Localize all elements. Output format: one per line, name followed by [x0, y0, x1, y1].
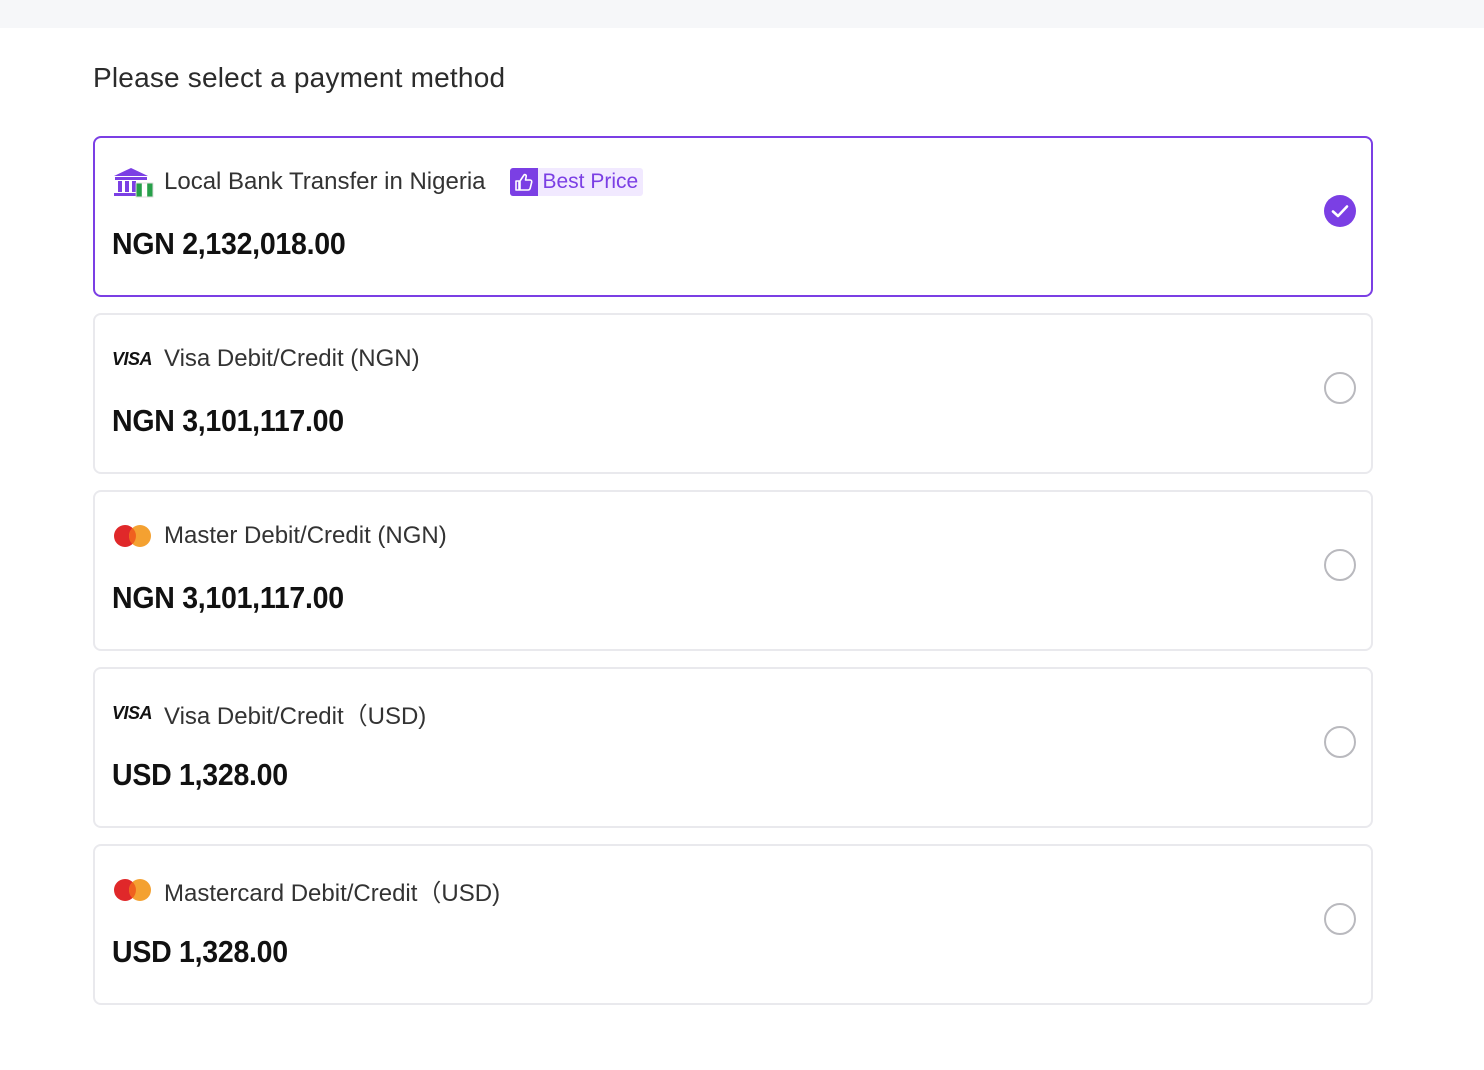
bank-nigeria-icon: [112, 166, 154, 198]
payment-option-header: VISA Visa Debit/Credit (NGN): [112, 343, 420, 375]
visa-logo-text: VISA: [112, 349, 152, 369]
payment-option-name: Master Debit/Credit (NGN): [164, 522, 447, 549]
payment-method-list: Local Bank Transfer in Nigeria Best Pric…: [93, 136, 1373, 1021]
payment-option-name: Local Bank Transfer in Nigeria: [164, 168, 486, 195]
payment-option-price: USD 1,328.00: [112, 934, 288, 969]
payment-option-name: Visa Debit/Credit (NGN): [164, 345, 420, 372]
radio-button[interactable]: [1324, 903, 1356, 935]
visa-icon: VISA: [112, 697, 154, 729]
payment-option-header: Mastercard Debit/Credit（USD): [112, 874, 501, 907]
page-title: Please select a payment method: [93, 62, 506, 93]
selected-check-icon[interactable]: [1324, 195, 1356, 227]
payment-option-header: Local Bank Transfer in Nigeria Best Pric…: [112, 166, 644, 198]
payment-option-price: USD 1,328.00: [112, 757, 288, 792]
visa-icon: VISA: [112, 343, 154, 375]
thumbs-up-icon: [509, 168, 538, 196]
mastercard-icon: [112, 520, 154, 552]
payment-option-mastercard-usd[interactable]: Mastercard Debit/Credit（USD) USD 1,328.0…: [93, 844, 1373, 1005]
top-strip: [0, 0, 1484, 28]
best-price-label: Best Price: [542, 170, 639, 193]
radio-button[interactable]: [1324, 549, 1356, 581]
payment-option-name: Mastercard Debit/Credit（USD): [164, 879, 501, 907]
payment-option-master-ngn[interactable]: Master Debit/Credit (NGN) NGN 3,101,117.…: [93, 490, 1373, 651]
payment-option-price: NGN 2,132,018.00: [112, 226, 346, 261]
payment-option-name: Visa Debit/Credit（USD): [164, 702, 427, 730]
mastercard-icon: [112, 874, 154, 906]
payment-option-local-bank-transfer[interactable]: Local Bank Transfer in Nigeria Best Pric…: [93, 136, 1373, 297]
best-price-badge: Best Price: [509, 168, 644, 196]
payment-option-price: NGN 3,101,117.00: [112, 580, 344, 615]
radio-button[interactable]: [1324, 372, 1356, 404]
payment-option-visa-usd[interactable]: VISA Visa Debit/Credit（USD) USD 1,328.00: [93, 667, 1373, 828]
visa-logo-text: VISA: [112, 703, 152, 723]
payment-option-price: NGN 3,101,117.00: [112, 403, 344, 438]
payment-option-header: VISA Visa Debit/Credit（USD): [112, 697, 427, 730]
payment-option-header: Master Debit/Credit (NGN): [112, 520, 447, 552]
payment-option-visa-ngn[interactable]: VISA Visa Debit/Credit (NGN) NGN 3,101,1…: [93, 313, 1373, 474]
radio-button[interactable]: [1324, 726, 1356, 758]
